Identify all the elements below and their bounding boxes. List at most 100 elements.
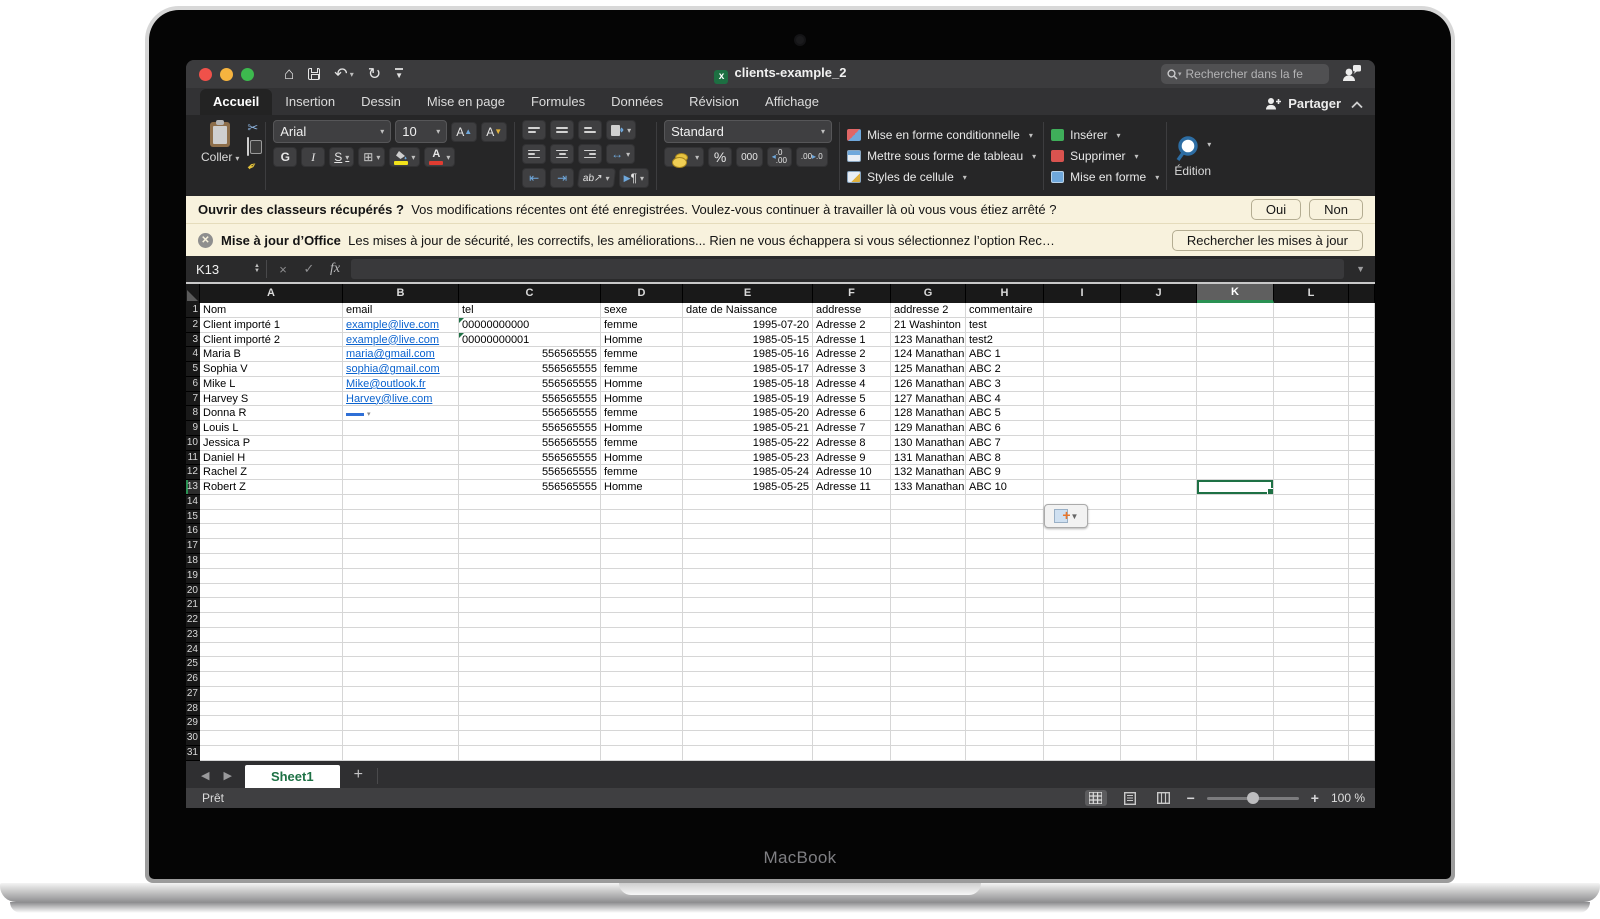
column-header-overflow[interactable] [1349,284,1375,303]
currency-format-icon[interactable]: ▾ [664,147,705,168]
cell-E13[interactable]: 1985-05-25 [683,480,813,495]
column-header-H[interactable]: H [966,284,1044,303]
cell-F26[interactable] [813,672,891,687]
cell-D9[interactable]: Homme [601,421,683,436]
increase-font-icon[interactable]: A ▲ [451,121,478,142]
cell-L18[interactable] [1274,554,1349,569]
number-format-select[interactable]: Standard ▾ [664,120,833,143]
column-header-L[interactable]: L [1274,284,1349,303]
cell-J17[interactable] [1121,539,1197,555]
cell-G30[interactable] [891,731,966,746]
column-header-A[interactable]: A [200,284,343,303]
cell-G18[interactable] [891,554,966,569]
row-header-10[interactable]: 10 [186,435,200,451]
row-header-24[interactable]: 24 [186,642,200,658]
cell-M2[interactable] [1349,317,1375,333]
cell-E25[interactable] [683,657,813,673]
cell-K29[interactable] [1197,716,1274,732]
row-header-4[interactable]: 4 [186,347,200,363]
cell-D23[interactable] [601,627,683,643]
cell-K10[interactable] [1197,435,1274,451]
align-right-icon[interactable] [578,144,603,164]
cell-H19[interactable] [966,568,1044,584]
row-header-3[interactable]: 3 [186,332,200,348]
cell-I20[interactable] [1044,583,1121,599]
autocorrect-options-icon[interactable]: ▾ [346,408,371,420]
cell-G23[interactable] [891,627,966,643]
cell-A11[interactable]: Daniel H [200,450,343,466]
cell-K28[interactable] [1197,701,1274,717]
cell-H24[interactable] [966,642,1044,658]
row-header-9[interactable]: 9 [186,421,200,436]
cell-E19[interactable] [683,568,813,584]
cell-D13[interactable]: Homme [601,480,683,495]
cell-C26[interactable] [459,672,601,687]
cell-C21[interactable] [459,598,601,614]
cell-L29[interactable] [1274,716,1349,732]
cell-E29[interactable] [683,716,813,732]
cell-K20[interactable] [1197,583,1274,599]
cell-A3[interactable]: Client importé 2 [200,332,343,348]
page-break-view-icon[interactable] [1153,790,1175,806]
cell-H22[interactable] [966,613,1044,628]
cell-K16[interactable] [1197,524,1274,540]
cell-J6[interactable] [1121,376,1197,392]
cell-K26[interactable] [1197,672,1274,687]
cell-F7[interactable]: Adresse 5 [813,391,891,407]
cell-E2[interactable]: 1995-07-20 [683,317,813,333]
cell-D8[interactable]: femme [601,406,683,422]
thousands-format-icon[interactable]: 000 [736,147,763,167]
cell-F9[interactable]: Adresse 7 [813,421,891,436]
formula-input[interactable] [351,259,1345,279]
cell-C15[interactable] [459,509,601,525]
cell-C19[interactable] [459,568,601,584]
cell-J10[interactable] [1121,435,1197,451]
cell-E30[interactable] [683,731,813,746]
cell-B26[interactable] [343,672,459,687]
cell-M5[interactable] [1349,362,1375,377]
cell-H6[interactable]: ABC 3 [966,376,1044,392]
cell-G28[interactable] [891,701,966,717]
cell-F4[interactable]: Adresse 2 [813,347,891,363]
cell-E3[interactable]: 1985-05-15 [683,332,813,348]
cell-C24[interactable] [459,642,601,658]
cell-M8[interactable] [1349,406,1375,422]
cell-L21[interactable] [1274,598,1349,614]
cell-M30[interactable] [1349,731,1375,746]
cell-G14[interactable] [891,494,966,510]
cell-A7[interactable]: Harvey S [200,391,343,407]
cell-G3[interactable]: 123 Manathan [891,332,966,348]
cell-I24[interactable] [1044,642,1121,658]
cell-E5[interactable]: 1985-05-17 [683,362,813,377]
cell-D15[interactable] [601,509,683,525]
cell-L26[interactable] [1274,672,1349,687]
cell-E20[interactable] [683,583,813,599]
insert-function-icon[interactable]: fx [325,261,345,277]
cell-L15[interactable] [1274,509,1349,525]
tab-insertion[interactable]: Insertion [272,89,348,115]
cell-K19[interactable] [1197,568,1274,584]
cell-J12[interactable] [1121,465,1197,481]
cell-B10[interactable] [343,435,459,451]
expand-formula-bar-icon[interactable]: ▼ [1350,264,1371,274]
cell-H9[interactable]: ABC 6 [966,421,1044,436]
cell-B15[interactable] [343,509,459,525]
cell-B28[interactable] [343,701,459,717]
cell-K17[interactable] [1197,539,1274,555]
cell-F31[interactable] [813,745,891,761]
decrease-decimal-icon[interactable]: .00 ▸ .0 [795,147,828,167]
cell-E6[interactable]: 1985-05-18 [683,376,813,392]
align-left-icon[interactable] [522,144,547,164]
cell-E26[interactable] [683,672,813,687]
cell-L8[interactable] [1274,406,1349,422]
cell-I1[interactable] [1044,303,1121,318]
zoom-out-icon[interactable]: − [1187,790,1195,806]
row-header-15[interactable]: 15 [186,509,200,525]
cell-G16[interactable] [891,524,966,540]
cell-F3[interactable]: Adresse 1 [813,332,891,348]
cell-K11[interactable] [1197,450,1274,466]
paragraph-direction-icon[interactable]: ▶ ¶ ▾ [618,168,650,188]
cell-G7[interactable]: 127 Manathan [891,391,966,407]
cell-H25[interactable] [966,657,1044,673]
cell-F13[interactable]: Adresse 11 [813,480,891,495]
